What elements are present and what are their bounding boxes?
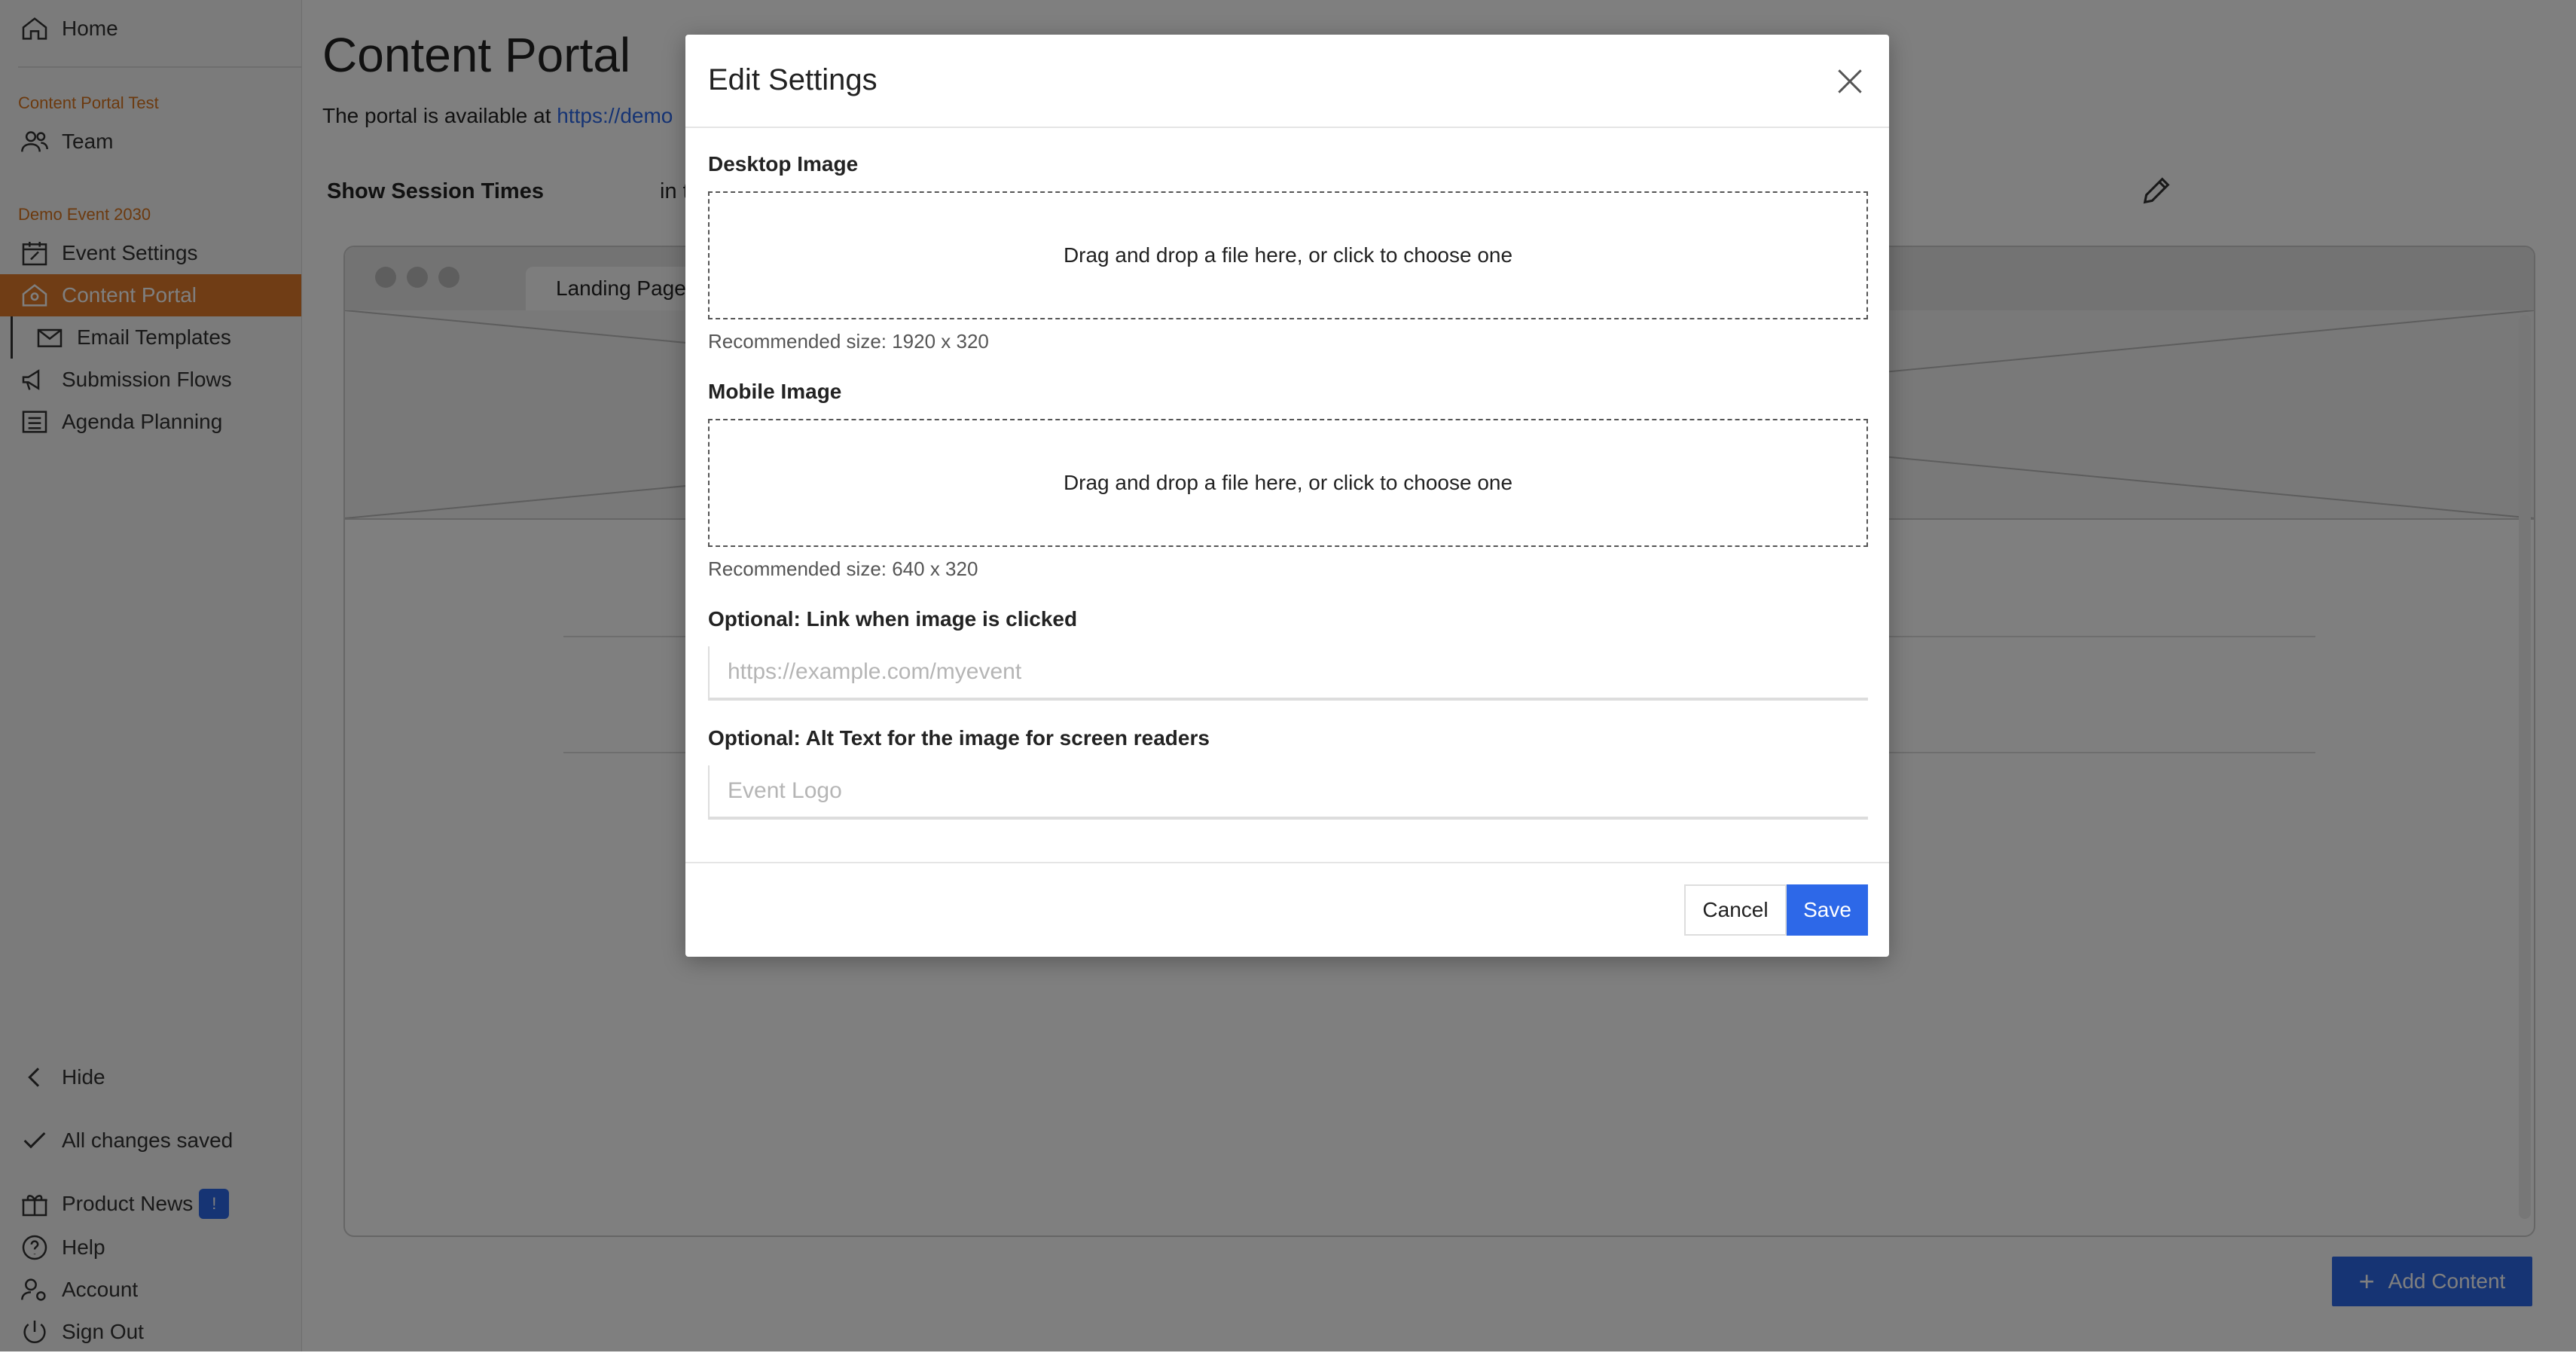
desktop-image-dropzone[interactable]: Drag and drop a file here, or click to c… xyxy=(708,191,1868,319)
modal-footer: Cancel Save xyxy=(685,862,1889,958)
mobile-image-dropzone[interactable]: Drag and drop a file here, or click to c… xyxy=(708,419,1868,547)
alt-text-label: Optional: Alt Text for the image for scr… xyxy=(708,726,1210,750)
link-input[interactable] xyxy=(708,646,1868,701)
save-button[interactable]: Save xyxy=(1787,884,1868,936)
close-icon[interactable] xyxy=(1833,65,1866,98)
mobile-image-hint: Recommended size: 640 x 320 xyxy=(708,557,978,580)
cancel-button[interactable]: Cancel xyxy=(1684,884,1787,936)
modal-title: Edit Settings xyxy=(708,63,877,96)
edit-settings-modal: Edit Settings Desktop Image Drag and dro… xyxy=(685,35,1889,957)
link-label: Optional: Link when image is clicked xyxy=(708,607,1078,631)
desktop-image-label: Desktop Image xyxy=(708,152,859,176)
modal-header: Edit Settings xyxy=(685,35,1889,128)
desktop-image-hint: Recommended size: 1920 x 320 xyxy=(708,330,989,353)
mobile-image-label: Mobile Image xyxy=(708,380,842,403)
alt-text-input[interactable] xyxy=(708,765,1868,820)
